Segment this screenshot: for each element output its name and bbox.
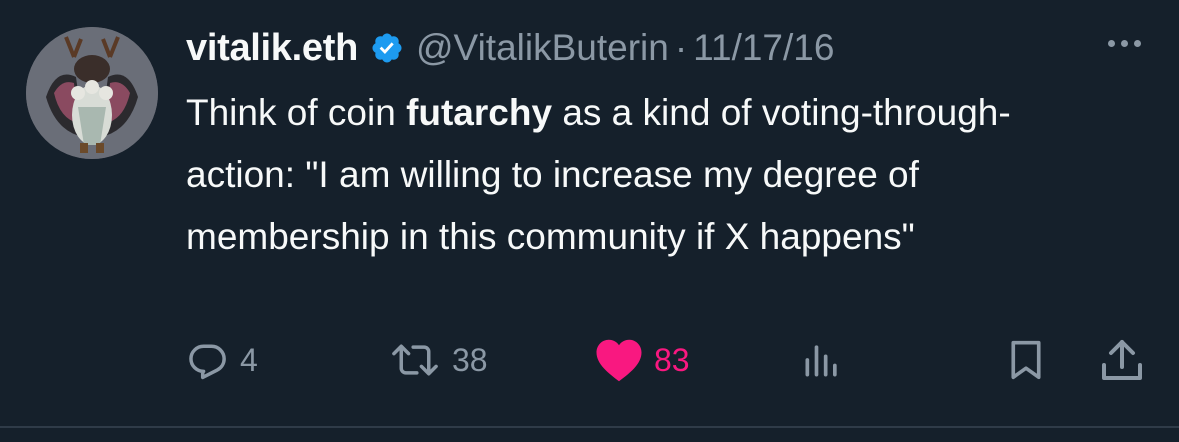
tweet-text-bold: futarchy bbox=[406, 92, 553, 133]
avatar[interactable] bbox=[26, 27, 158, 159]
like-button[interactable]: 83 bbox=[594, 334, 690, 386]
author-name[interactable]: vitalik.eth bbox=[186, 27, 358, 70]
divider bbox=[0, 426, 1179, 428]
heart-icon bbox=[594, 337, 644, 383]
tweet-date[interactable]: 11/17/16 bbox=[693, 27, 834, 69]
tweet-card[interactable]: vitalik.eth @VitalikButerin · 11/17/16 T… bbox=[0, 0, 1179, 426]
action-bar: 4 38 83 bbox=[0, 334, 1179, 386]
share-icon bbox=[1098, 337, 1146, 383]
bookmark-icon bbox=[1006, 338, 1046, 382]
bookmark-button[interactable] bbox=[1006, 334, 1046, 386]
reply-count: 4 bbox=[240, 341, 258, 378]
reply-button[interactable]: 4 bbox=[186, 334, 258, 386]
views-button[interactable] bbox=[800, 334, 844, 386]
avatar-image bbox=[26, 27, 158, 159]
tweet-text: Think of coin futarchy as a kind of voti… bbox=[186, 82, 1086, 268]
retweet-button[interactable]: 38 bbox=[388, 334, 488, 386]
tweet-text-start: Think of coin bbox=[186, 92, 407, 133]
like-count: 83 bbox=[654, 341, 690, 378]
more-icon[interactable] bbox=[1108, 40, 1141, 47]
separator-dot: · bbox=[674, 27, 688, 68]
author-handle[interactable]: @VitalikButerin bbox=[416, 27, 669, 69]
retweet-icon bbox=[388, 338, 442, 382]
reply-icon bbox=[186, 338, 230, 382]
share-button[interactable] bbox=[1098, 334, 1146, 386]
views-icon bbox=[800, 338, 844, 382]
tweet-header: vitalik.eth @VitalikButerin · 11/17/16 bbox=[186, 24, 834, 72]
verified-badge-icon bbox=[370, 31, 404, 65]
retweet-count: 38 bbox=[452, 341, 488, 378]
